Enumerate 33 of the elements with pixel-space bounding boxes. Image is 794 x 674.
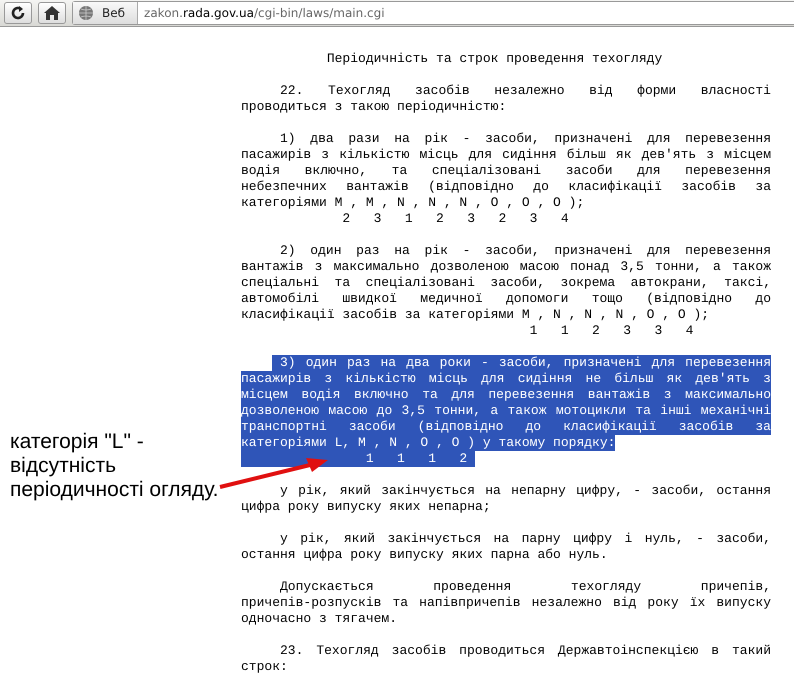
house-icon	[43, 4, 61, 22]
text-line: вантажів з максимально дозволеною масою понад 3,5 тонни, а також	[241, 259, 771, 275]
home-button[interactable]	[38, 2, 66, 24]
text-line: водія включно, та спеціалізовані засоби для перевезення	[241, 163, 771, 179]
address-field[interactable]: Веб zakon.rada.gov.ua/cgi-bin/laws/main.cgi	[72, 1, 794, 25]
section-heading: Періодичність та строк проведення техогляду	[326, 51, 664, 67]
text-line: спеціальні та спеціалізовані засоби, зокрема автокрани, таксі,	[241, 275, 771, 291]
text-line: категоріями M , M , N , N , N , O , O , O );	[241, 195, 586, 211]
subscript-line: 1 1 2 3 3 4	[528, 323, 694, 339]
reload-icon	[9, 4, 27, 22]
text-line: цифра року випуску яких непарна;	[241, 499, 492, 515]
text-line: строк:	[241, 659, 289, 674]
text-line: класифікації засобів за категоріями M , N , N , N , O , O );	[241, 307, 710, 323]
text-line: автомобілі швидкої медичної допомоги тощо (відповідно до	[241, 291, 771, 307]
text-line: остання цифра року випуску яких парна або нуль.	[241, 547, 609, 563]
text-line: 1) два рази на рік - засоби, призначені для перевезення	[279, 131, 771, 147]
subscript-line: 2 3 1 2 3 2 3 4	[341, 211, 570, 227]
text-line: одночасно з тягачем.	[241, 611, 398, 627]
text-line: причепів-розпусків та напівпричепів незалежно від року їх випуску	[241, 595, 771, 611]
text-line: у рік, який закінчується на непарну цифру, - засоби, остання	[279, 483, 771, 499]
text-line: 2) один раз на рік - засоби, призначені для перевезення	[279, 243, 771, 259]
reload-button[interactable]	[4, 2, 32, 24]
text-line: Допускається проведення техогляду причепів,	[279, 579, 771, 595]
text-line: пасажирів з кількістю місць для сидіння більш як дев'ять з місцем	[241, 147, 771, 163]
text-line: небезпечних вантажів (відповідно до класифікації засобів за	[241, 179, 771, 195]
annotation-text: категорія "L" - відсутність періодичності огляду.	[10, 430, 220, 502]
text-line: проводиться з такою періодичністю:	[241, 99, 508, 115]
globe-icon	[78, 5, 94, 21]
text-line: у рік, який закінчується на парну цифру і нуль, - засоби,	[279, 531, 771, 547]
text-line: 23. Техогляд засобів проводиться Державтоінспекцією в такий	[279, 643, 771, 659]
url-text: zakon.rada.gov.ua/cgi-bin/laws/main.cgi	[143, 6, 385, 20]
address-label: Веб	[102, 6, 126, 20]
text-line: 22. Техогляд засобів незалежно від форми власності	[279, 83, 771, 99]
